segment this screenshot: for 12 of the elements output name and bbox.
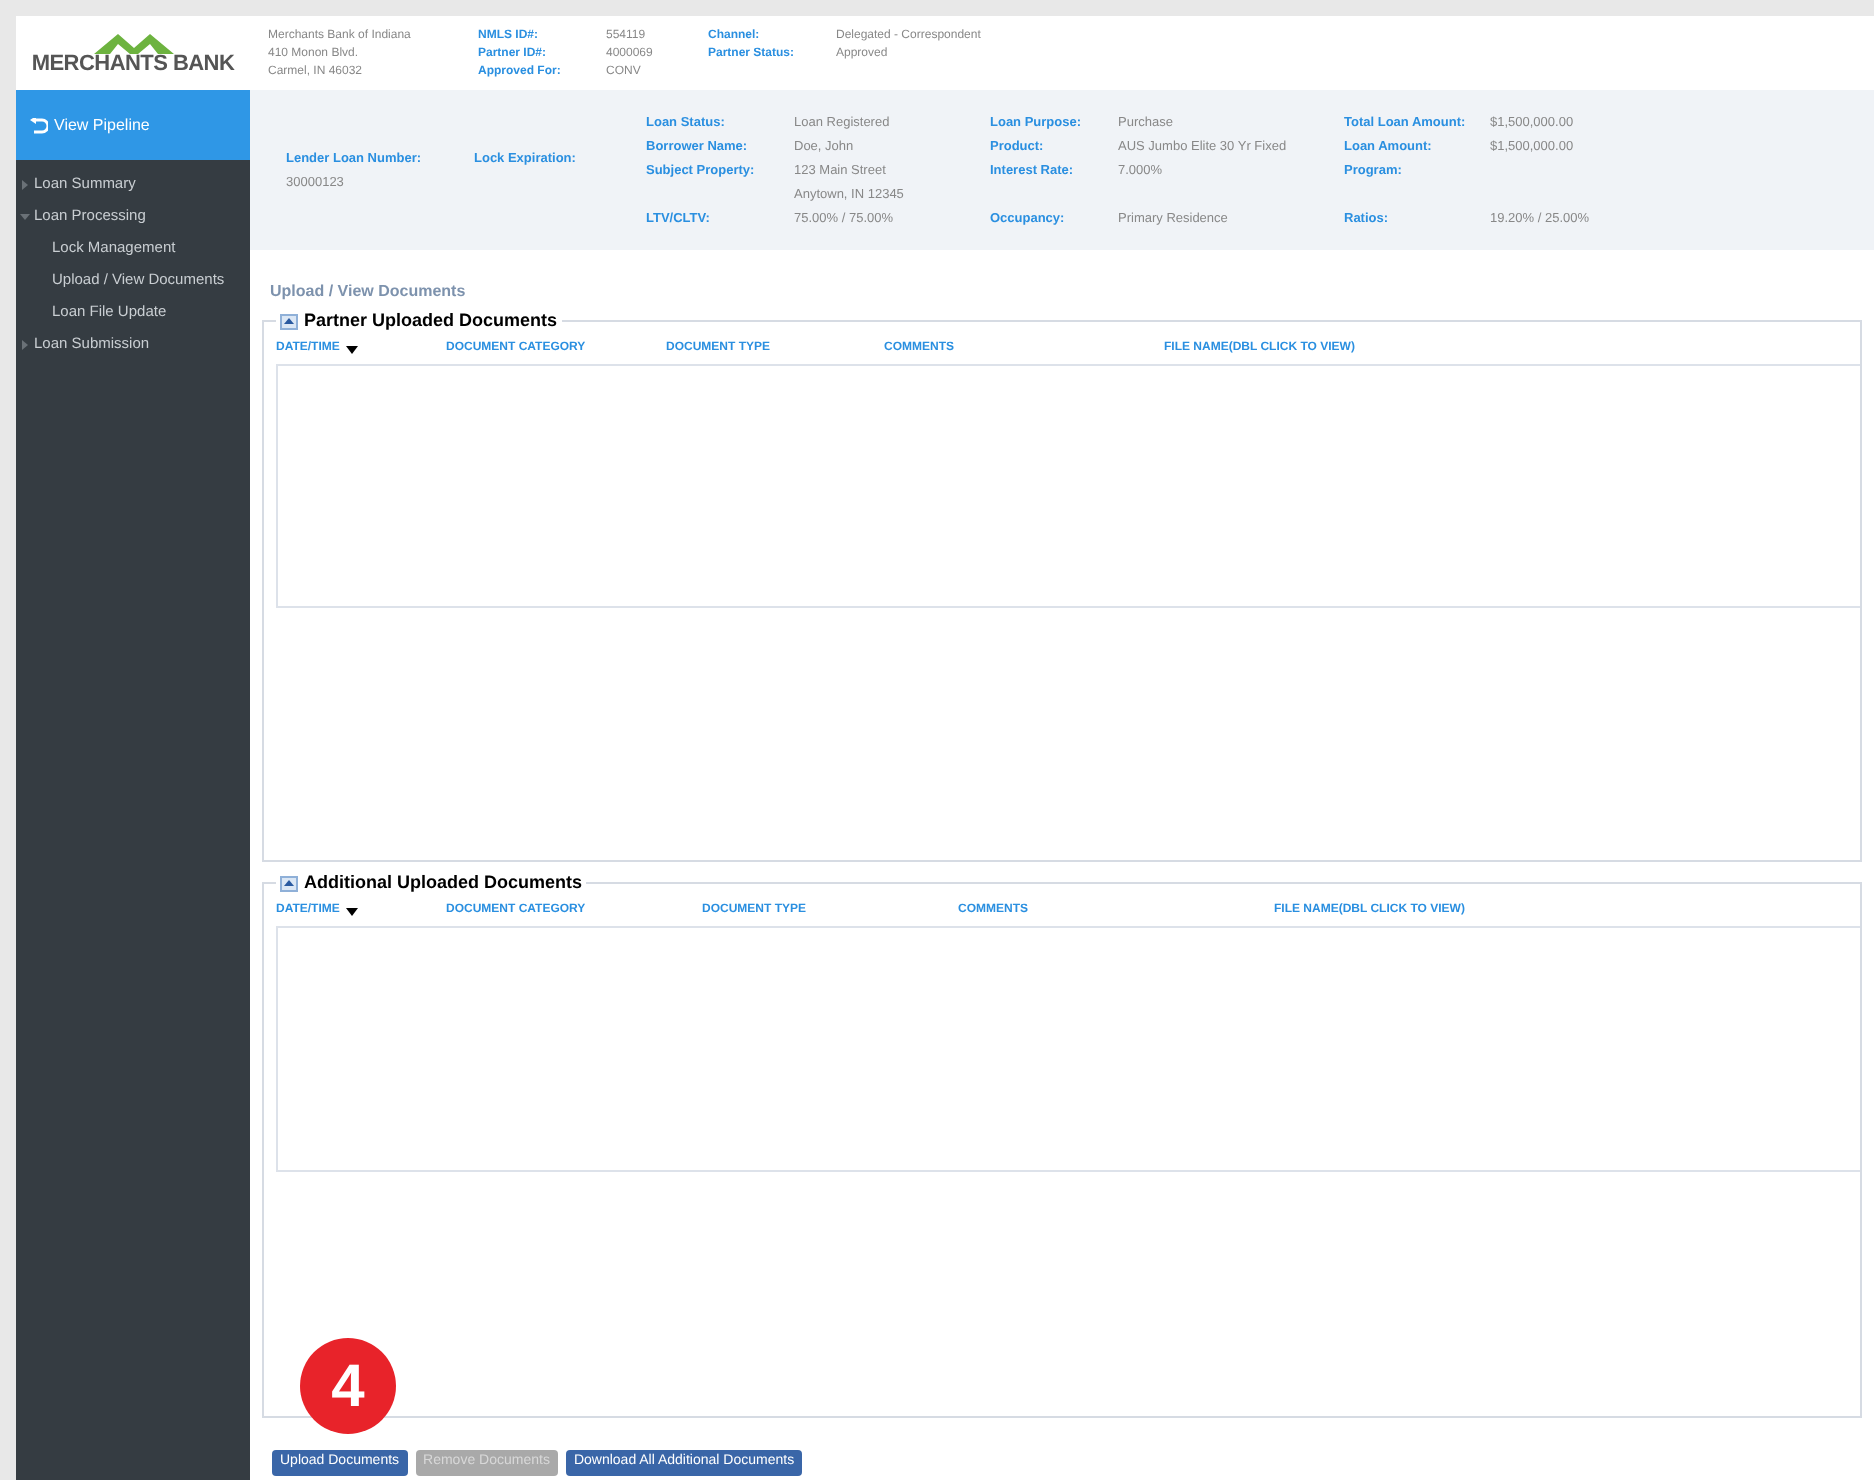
- logo-text: MERCHANTS BANK: [31, 53, 235, 75]
- collapse-toggle[interactable]: [280, 313, 298, 330]
- step-badge: 4: [300, 1338, 396, 1434]
- return-arrow-icon: [30, 117, 48, 133]
- page-title: Upload / View Documents: [270, 280, 468, 304]
- sort-caret-icon: [345, 907, 358, 915]
- section-title: Partner Uploaded Documents: [304, 308, 558, 334]
- section-title: Additional Uploaded Documents: [304, 870, 583, 896]
- logo-mountain-icon: [93, 31, 173, 53]
- sort-caret-icon: [345, 345, 358, 353]
- collapse-toggle[interactable]: [280, 875, 298, 892]
- view-pipeline-link[interactable]: View Pipeline: [16, 90, 250, 160]
